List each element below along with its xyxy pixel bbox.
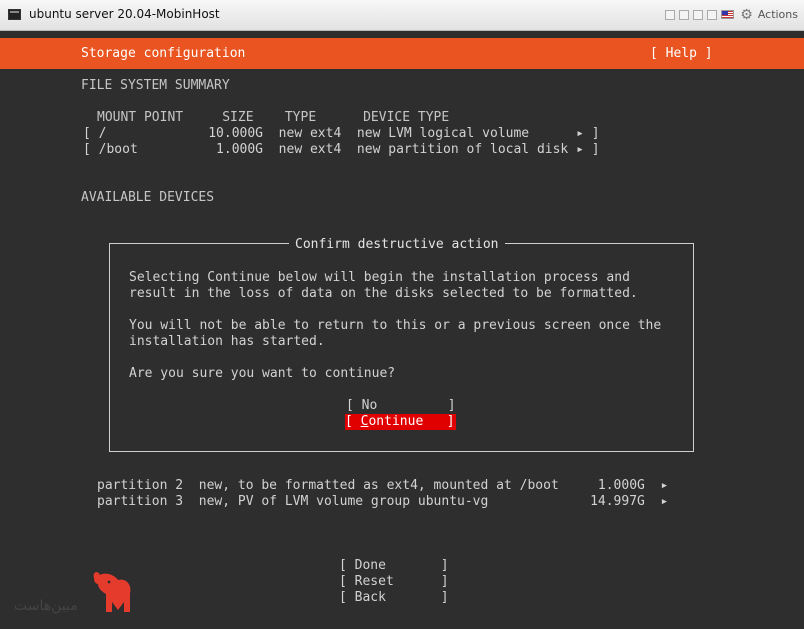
dialog-title: Confirm destructive action: [289, 237, 505, 253]
dialog-question: Are you sure you want to continue?: [129, 366, 396, 381]
window-controls: ⚙ Actions: [665, 8, 798, 22]
fs-summary-columns: MOUNT POINT SIZE TYPE DEVICE TYPE: [97, 110, 450, 125]
fullscreen-icon[interactable]: [665, 9, 676, 20]
continue-label: ontinue ]: [368, 414, 455, 429]
maximize-icon[interactable]: [693, 9, 704, 20]
window-titlebar: ubuntu server 20.04-MobinHost ⚙ Actions: [0, 0, 804, 31]
us-flag-icon[interactable]: [721, 10, 735, 19]
continue-button[interactable]: [ Continue ]: [345, 414, 456, 430]
page-title: Storage configuration: [81, 46, 246, 61]
fs-summary-heading: FILE SYSTEM SUMMARY: [81, 78, 230, 93]
keyboard-icon[interactable]: [707, 9, 718, 20]
terminal-screen: Storage configuration [ Help ] FILE SYST…: [0, 31, 804, 629]
dialog-text-line-2: result in the loss of data on the disks …: [129, 286, 638, 301]
partition-3-row[interactable]: partition 3 new, PV of LVM volume group …: [97, 494, 668, 510]
installer-header: Storage configuration [ Help ]: [0, 38, 804, 69]
dialog-text-line-1: Selecting Continue below will begin the …: [129, 270, 630, 285]
done-button[interactable]: [ Done ]: [339, 558, 449, 574]
partition-2-row[interactable]: partition 2 new, to be formatted as ext4…: [97, 478, 668, 494]
reset-button[interactable]: [ Reset ]: [339, 574, 449, 590]
dialog-text-line-4: installation has started.: [129, 334, 325, 349]
continue-bracket: [: [345, 414, 361, 429]
gear-icon[interactable]: ⚙: [740, 8, 753, 22]
back-button[interactable]: [ Back ]: [339, 590, 449, 606]
available-devices-heading: AVAILABLE DEVICES: [81, 190, 215, 205]
window-title: ubuntu server 20.04-MobinHost: [29, 7, 220, 21]
help-button[interactable]: [ Help ]: [650, 46, 713, 62]
no-button[interactable]: [ No ]: [346, 398, 456, 414]
restore-icon[interactable]: [679, 9, 690, 20]
dialog-text-line-3: You will not be able to return to this o…: [129, 318, 662, 333]
actions-menu[interactable]: Actions: [758, 8, 798, 21]
fs-row-boot[interactable]: [ /boot 1.000G new ext4 new partition of…: [83, 142, 600, 158]
fs-row-root[interactable]: [ / 10.000G new ext4 new LVM logical vol…: [83, 126, 600, 142]
elephant-logo-icon: [93, 572, 131, 612]
console-app-icon: [8, 9, 21, 20]
